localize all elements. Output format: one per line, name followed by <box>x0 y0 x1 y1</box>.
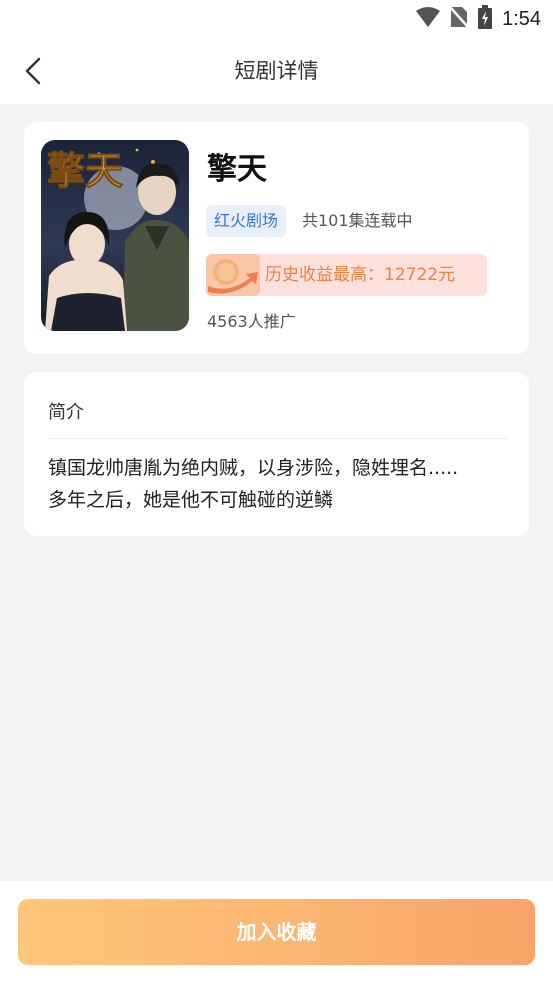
earnings-badge: 历史收益最高：12722元 <box>206 254 487 296</box>
intro-text: 镇国龙帅唐胤为绝内贼，以身涉险，隐姓埋名..... 多年之后，她是他不可触碰的逆… <box>48 452 508 516</box>
wifi-icon <box>416 7 441 31</box>
status-icons: 1:54 <box>416 5 541 33</box>
header-bar: 短剧详情 <box>0 40 553 104</box>
coin-arrow-icon <box>206 254 260 296</box>
page-title: 短剧详情 <box>234 59 319 83</box>
theater-tag: 红火剧场 <box>206 205 287 237</box>
status-time: 1:54 <box>502 7 541 30</box>
divider <box>48 438 507 439</box>
episode-count: 共101集连载中 <box>302 211 413 230</box>
status-bar: 1:54 <box>0 0 553 40</box>
bottom-action-bar: 加入收藏 <box>0 881 553 983</box>
battery-charging-icon <box>478 5 493 33</box>
poster-title: 擎天 <box>47 148 123 193</box>
intro-heading: 简介 <box>48 402 84 423</box>
intro-line: 镇国龙帅唐胤为绝内贼，以身涉险，隐姓埋名..... <box>48 457 459 479</box>
add-to-favorites-button[interactable]: 加入收藏 <box>18 899 535 965</box>
chevron-left-icon <box>25 57 41 85</box>
intro-card: 简介 镇国龙帅唐胤为绝内贼，以身涉险，隐姓埋名..... 多年之后，她是他不可触… <box>24 372 529 536</box>
no-sim-icon <box>449 6 469 32</box>
promoter-count: 4563人推广 <box>207 312 296 331</box>
drama-poster[interactable]: 擎天 <box>41 140 189 331</box>
back-button[interactable] <box>16 52 56 92</box>
drama-title: 擎天 <box>207 152 267 187</box>
intro-line: 多年之后，她是他不可触碰的逆鳞 <box>48 489 334 511</box>
earnings-text: 历史收益最高：12722元 <box>265 265 456 285</box>
drama-info-card: 擎天 擎天 红火剧场 共101集连载中 历史收益最高：12722元 4563人推… <box>24 122 529 354</box>
